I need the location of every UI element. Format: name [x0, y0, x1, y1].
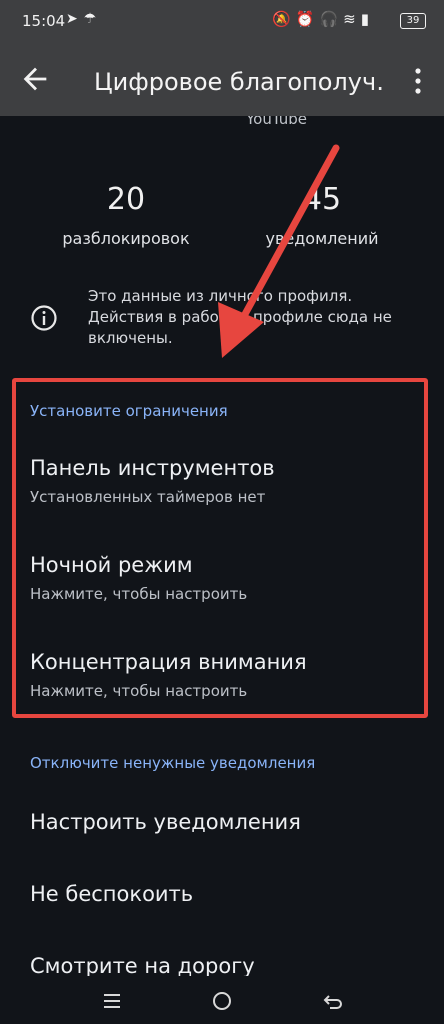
- status-time: 15:04: [22, 12, 66, 30]
- do-not-disturb-title: Не беспокоить: [30, 882, 194, 906]
- heads-up-item[interactable]: Смотрите на дорогу: [30, 954, 430, 976]
- back-arrow-icon[interactable]: [18, 62, 52, 96]
- menu-icon[interactable]: [97, 986, 127, 1016]
- notifications-value: 45: [302, 182, 342, 217]
- notifications-section-header: Отключите ненужные уведомления: [30, 754, 316, 772]
- telegram-icon: ➤: [66, 11, 84, 27]
- umbrella-icon: ☂: [83, 11, 103, 27]
- manage-notifications-title: Настроить уведомления: [30, 810, 301, 834]
- mute-icon: 🔕: [272, 10, 296, 28]
- main-content: YouTube 20 разблокировок 45 уведомлений …: [0, 116, 444, 976]
- status-left-icons: ➤☂: [66, 11, 102, 27]
- home-icon[interactable]: [207, 986, 237, 1016]
- battery-icon: 39: [400, 13, 426, 29]
- wifi-icon: ≋: [343, 10, 361, 28]
- unlocks-value: 20: [106, 182, 146, 217]
- unlocks-stat: 20 разблокировок: [56, 182, 196, 248]
- manage-notifications-item[interactable]: Настроить уведомления: [30, 810, 430, 834]
- signal-icon: ▮: [360, 10, 374, 28]
- profile-info-text: Это данные из личного профиля. Действия …: [88, 287, 392, 347]
- more-options-icon[interactable]: [406, 64, 430, 98]
- do-not-disturb-item[interactable]: Не беспокоить: [30, 882, 430, 906]
- headset-icon: 🎧: [319, 10, 344, 28]
- app-bar: Цифровое благополуч…: [0, 44, 444, 116]
- page-title: Цифровое благополуч…: [94, 68, 384, 96]
- back-icon[interactable]: [318, 986, 348, 1016]
- status-bar: 15:04 ➤☂ 🔕⏰🎧≋▮ 39: [0, 0, 444, 44]
- annotation-highlight-box: [12, 378, 428, 718]
- heads-up-title: Смотрите на дорогу: [30, 954, 255, 976]
- alarm-icon: ⏰: [295, 10, 320, 28]
- notifications-label: уведомлений: [265, 229, 379, 248]
- app-name-label: YouTube: [246, 116, 307, 128]
- navigation-bar: [0, 976, 444, 1024]
- notifications-stat: 45 уведомлений: [252, 182, 392, 248]
- status-right-icons: 🔕⏰🎧≋▮: [272, 10, 374, 28]
- unlocks-label: разблокировок: [62, 229, 190, 248]
- info-icon: [31, 305, 57, 331]
